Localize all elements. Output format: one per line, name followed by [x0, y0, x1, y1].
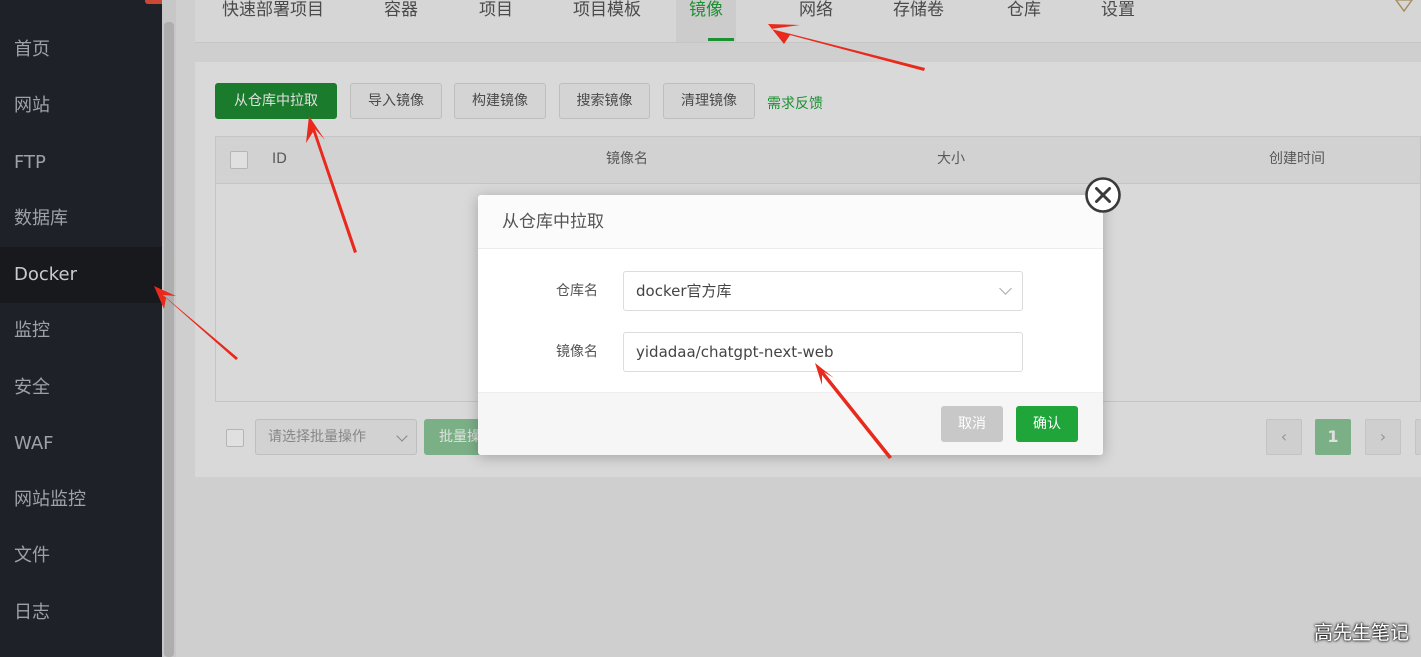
image-name-label: 镜像名	[556, 344, 598, 360]
confirm-button[interactable]: 确认	[1016, 406, 1078, 442]
cancel-button[interactable]: 取消	[941, 406, 1003, 442]
repo-select-value: docker官方库	[636, 282, 732, 300]
dialog-footer: 取消 确认	[478, 392, 1103, 455]
watermark-text: 高先生笔记	[1314, 622, 1410, 644]
repo-label: 仓库名	[556, 283, 598, 299]
close-icon[interactable]	[1084, 176, 1122, 214]
dialog-title: 从仓库中拉取	[478, 195, 1103, 249]
image-name-input[interactable]: yidadaa/chatgpt-next-web	[623, 332, 1023, 372]
pull-image-dialog: 从仓库中拉取 仓库名 docker官方库 镜像名 yidadaa/chatgpt…	[478, 195, 1103, 455]
repo-select[interactable]: docker官方库	[623, 271, 1023, 311]
chevron-down-icon	[999, 282, 1012, 295]
image-name-value: yidadaa/chatgpt-next-web	[636, 343, 834, 361]
